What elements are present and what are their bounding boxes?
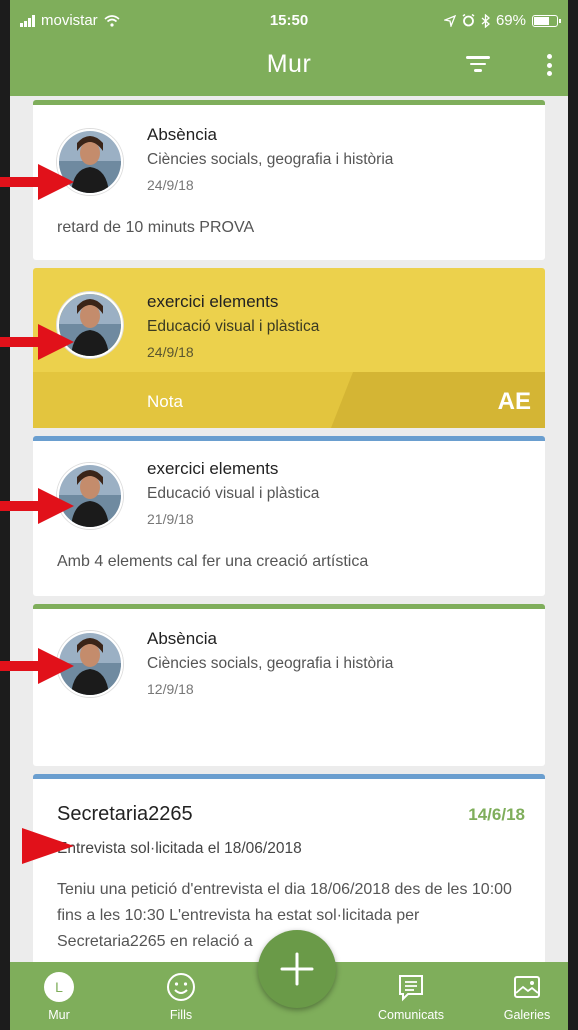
- mur-avatar-icon: L: [44, 972, 74, 1002]
- message-icon: [399, 975, 423, 1002]
- feed-card-absence[interactable]: Absència Ciències socials, geografia i h…: [33, 100, 545, 260]
- card-date: 21/9/18: [147, 511, 194, 527]
- card-subject: Ciències socials, geografia i història: [147, 151, 394, 168]
- card-date: 14/6/18: [468, 805, 525, 824]
- card-body: Amb 4 elements cal fer una creació artís…: [57, 553, 369, 570]
- card-title: Absència: [147, 125, 217, 144]
- card-date: 12/9/18: [147, 681, 194, 697]
- location-icon: [443, 14, 456, 27]
- feed-card-exercise[interactable]: exercici elements Educació visual i plàs…: [33, 436, 545, 596]
- tab-comunicats[interactable]: Comunicats: [366, 962, 456, 1030]
- gallery-icon: [514, 976, 540, 998]
- card-subject: Ciències socials, geografia i història: [147, 655, 394, 672]
- add-button[interactable]: [258, 930, 336, 1008]
- battery-icon: [532, 14, 561, 27]
- app-header: movistar 15:50 69% Mur: [10, 0, 568, 96]
- card-subject: Educació visual i plàstica: [147, 318, 320, 335]
- tab-label: Comunicats: [378, 1008, 444, 1022]
- tab-label: Fills: [169, 1008, 193, 1022]
- annotation-arrow: [0, 488, 74, 524]
- card-title: exercici elements: [147, 459, 279, 478]
- filter-icon[interactable]: [466, 56, 490, 74]
- card-title: Absència: [147, 629, 217, 648]
- tab-label: Mur: [48, 1008, 70, 1022]
- bluetooth-icon: [481, 13, 490, 28]
- tab-galeries[interactable]: Galeries: [482, 962, 568, 1030]
- feed-card-grade[interactable]: exercici elements Educació visual i plàs…: [33, 268, 545, 428]
- tab-fills[interactable]: Fills: [136, 962, 226, 1030]
- alarm-icon: [462, 14, 475, 27]
- card-body: retard de 10 minuts PROVA: [57, 219, 255, 236]
- phone-screen: movistar 15:50 69% Mur Absència Ciències…: [10, 0, 568, 1030]
- card-title: exercici elements: [147, 292, 279, 311]
- grade-value: AE: [497, 388, 531, 415]
- annotation-arrow: [22, 828, 74, 864]
- status-bar: movistar 15:50 69%: [10, 0, 568, 40]
- grade-strip: [33, 372, 545, 428]
- more-options-icon[interactable]: [544, 54, 554, 76]
- annotation-arrow: [0, 164, 74, 200]
- note-label: Nota: [147, 392, 183, 411]
- tab-mur[interactable]: L Mur: [14, 962, 104, 1030]
- card-date: 24/9/18: [147, 177, 194, 193]
- feed-card-absence[interactable]: Absència Ciències socials, geografia i h…: [33, 604, 545, 766]
- smiley-icon: [167, 973, 195, 1001]
- card-subtitle: Entrevista sol·licitada el 18/06/2018: [57, 840, 302, 857]
- annotation-arrow: [0, 648, 74, 684]
- card-date: 24/9/18: [147, 344, 194, 360]
- card-subject: Educació visual i plàstica: [147, 485, 320, 502]
- tab-label: Galeries: [503, 1008, 551, 1022]
- card-sender: Secretaria2265: [57, 803, 193, 825]
- battery-percent: 69%: [495, 12, 526, 29]
- annotation-arrow: [0, 324, 74, 360]
- plus-icon: [280, 952, 314, 986]
